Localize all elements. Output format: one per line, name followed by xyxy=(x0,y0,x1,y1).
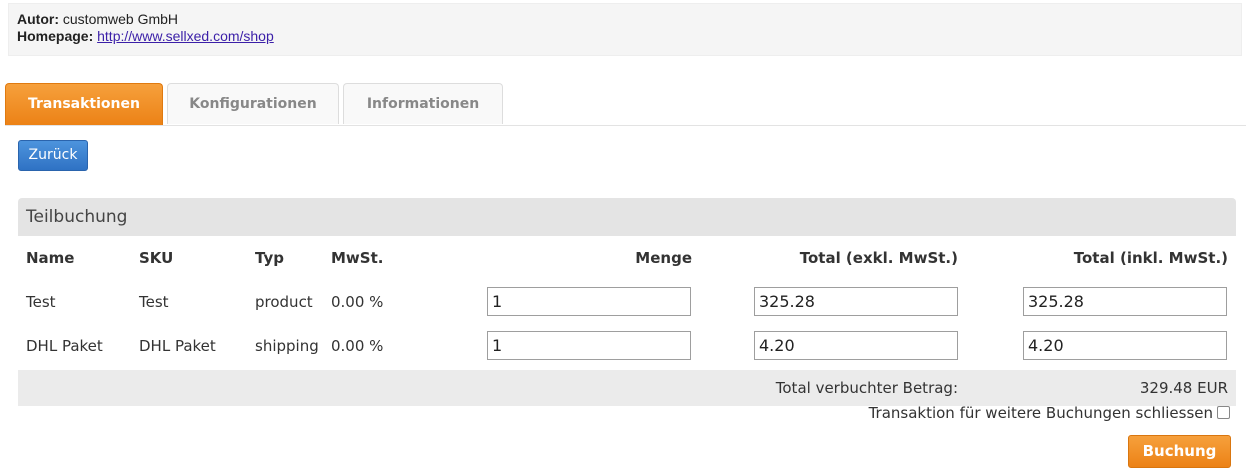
author-value: customweb GmbH xyxy=(62,11,179,27)
cell-type: shipping xyxy=(255,337,319,355)
header-type: Typ xyxy=(255,249,284,267)
table-header-row: Name SKU Typ MwSt. Menge Total (exkl. Mw… xyxy=(18,236,1236,280)
total-excl-input[interactable]: 4.20 xyxy=(754,331,958,360)
author-label: Autor: xyxy=(17,11,59,27)
homepage-line: Homepage: http://www.sellxed.com/shop xyxy=(17,28,1241,45)
header-total-incl: Total (inkl. MwSt.) xyxy=(1073,249,1228,267)
total-value: 329.48 EUR xyxy=(1139,379,1228,397)
buchung-button[interactable]: Buchung xyxy=(1128,435,1231,468)
cell-vat: 0.00 % xyxy=(331,337,384,355)
tab-konfigurationen[interactable]: Konfigurationen xyxy=(167,83,339,124)
cell-vat: 0.00 % xyxy=(331,293,384,311)
total-incl-input[interactable]: 325.28 xyxy=(1023,287,1227,316)
homepage-label: Homepage: xyxy=(17,28,94,44)
table-row: Test Test product 0.00 % 1 325.28 325.28 xyxy=(18,280,1236,324)
tab-bar: Transaktionen Konfigurationen Informatio… xyxy=(5,83,1246,126)
total-excl-input[interactable]: 325.28 xyxy=(754,287,958,316)
cell-sku: Test xyxy=(139,293,169,311)
cell-name: Test xyxy=(26,293,56,311)
total-incl-input[interactable]: 4.20 xyxy=(1023,331,1227,360)
cell-name: DHL Paket xyxy=(26,337,103,355)
close-transaction-checkbox[interactable] xyxy=(1217,406,1230,419)
table-row: DHL Paket DHL Paket shipping 0.00 % 1 4.… xyxy=(18,324,1236,368)
partial-capture-panel: Teilbuchung Name SKU Typ MwSt. Menge Tot… xyxy=(18,198,1236,406)
cell-type: product xyxy=(255,293,313,311)
header-name: Name xyxy=(26,249,75,267)
homepage-link[interactable]: http://www.sellxed.com/shop xyxy=(97,28,274,44)
total-row: Total verbuchter Betrag: 329.48 EUR xyxy=(18,370,1236,406)
close-transaction-label: Transaktion für weitere Buchungen schlie… xyxy=(868,404,1213,422)
header-vat: MwSt. xyxy=(331,249,384,267)
author-line: Autor: customweb GmbH xyxy=(17,11,1241,28)
total-label: Total verbuchter Betrag: xyxy=(775,379,958,397)
tab-transaktionen[interactable]: Transaktionen xyxy=(5,83,163,125)
panel-title: Teilbuchung xyxy=(18,198,1236,236)
header-qty: Menge xyxy=(635,249,692,267)
tab-informationen[interactable]: Informationen xyxy=(343,83,503,124)
header-total-excl: Total (exkl. MwSt.) xyxy=(799,249,958,267)
quantity-input[interactable]: 1 xyxy=(487,287,691,316)
cell-sku: DHL Paket xyxy=(139,337,216,355)
header-sku: SKU xyxy=(139,249,174,267)
back-button[interactable]: Zurück xyxy=(18,140,88,171)
close-transaction-option: Transaktion für weitere Buchungen schlie… xyxy=(869,404,1230,422)
quantity-input[interactable]: 1 xyxy=(487,331,691,360)
module-info-box: Autor: customweb GmbH Homepage: http://w… xyxy=(8,3,1242,56)
